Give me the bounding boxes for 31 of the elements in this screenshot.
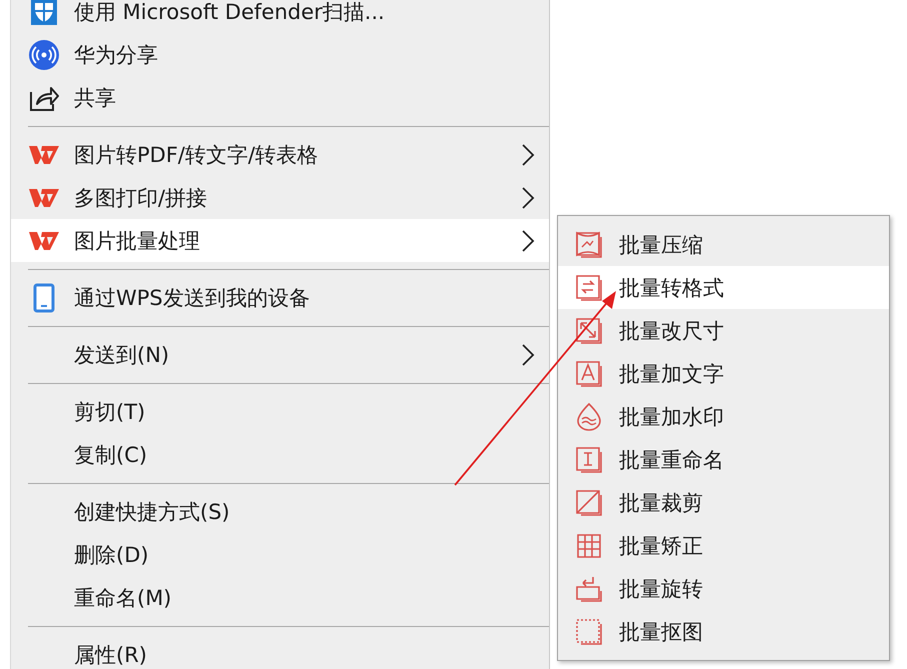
wps-logo-icon bbox=[28, 186, 60, 208]
menu-item[interactable]: 通过WPS发送到我的设备 bbox=[11, 276, 549, 319]
wps-logo-icon bbox=[28, 144, 60, 166]
menu-item[interactable]: 图片批量处理 bbox=[11, 219, 549, 262]
menu-item[interactable]: 删除(D) bbox=[11, 533, 549, 576]
menu-item[interactable]: 属性(R) bbox=[11, 633, 549, 669]
submenu-item[interactable]: 批量加水印 bbox=[558, 395, 889, 438]
menu-item[interactable]: 使用 Microsoft Defender扫描... bbox=[11, 0, 549, 33]
menu-item[interactable]: 多图打印/拼接 bbox=[11, 176, 549, 219]
submenu-item[interactable]: 批量裁剪 bbox=[558, 481, 889, 524]
menu-item[interactable]: 重命名(M) bbox=[11, 576, 549, 619]
menu-item[interactable]: 剪切(T) bbox=[11, 390, 549, 433]
submenu-item[interactable]: 批量转格式 bbox=[558, 266, 889, 309]
submenu-item[interactable]: 批量旋转 bbox=[558, 567, 889, 610]
tablet-icon bbox=[33, 282, 55, 312]
menu-item[interactable]: 复制(C) bbox=[11, 433, 549, 476]
menu-item[interactable]: 共享 bbox=[11, 76, 549, 119]
menu-item[interactable]: 创建快捷方式(S) bbox=[11, 490, 549, 533]
submenu-item[interactable]: 批量压缩 bbox=[558, 223, 889, 266]
menu-item[interactable]: 图片转PDF/转文字/转表格 bbox=[11, 133, 549, 176]
compress-icon bbox=[573, 228, 605, 260]
submenu-item[interactable]: 批量抠图 bbox=[558, 610, 889, 653]
submenu-item[interactable]: 批量矫正 bbox=[558, 524, 889, 567]
menu-item[interactable]: 华为分享 bbox=[11, 33, 549, 76]
submenu-item[interactable]: 批量重命名 bbox=[558, 438, 889, 481]
wps-logo-icon bbox=[28, 230, 60, 252]
wireless-icon bbox=[29, 40, 59, 70]
submenu-item[interactable]: 批量改尺寸 bbox=[558, 309, 889, 352]
shield-icon bbox=[29, 0, 59, 26]
submenu-item[interactable]: 批量加文字 bbox=[558, 352, 889, 395]
menu-item[interactable]: 发送到(N) bbox=[11, 333, 549, 376]
